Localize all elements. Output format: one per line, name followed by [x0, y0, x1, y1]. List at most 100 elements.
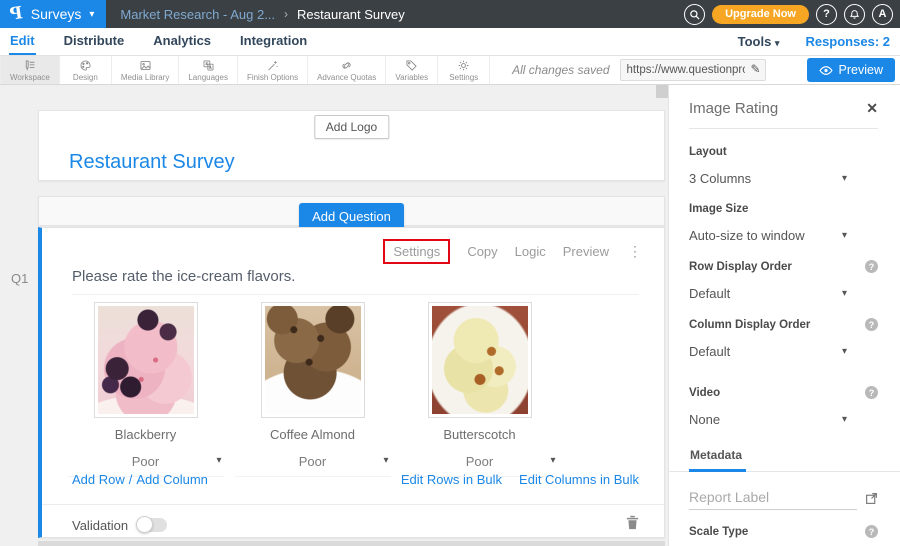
bell-icon: [849, 9, 860, 20]
link-separator: /: [129, 472, 133, 487]
preview-button[interactable]: Preview: [807, 58, 895, 82]
add-column-link[interactable]: Add Column: [136, 472, 208, 487]
image-rating-settings-panel: Image Rating ✕ Layout 3 Columns ▾ Image …: [668, 85, 900, 546]
tools-dropdown[interactable]: Tools ▾: [738, 34, 780, 49]
coffee-almond-ice-cream-photo: [265, 306, 361, 414]
close-icon[interactable]: ✕: [866, 100, 878, 117]
edit-rows-bulk-link[interactable]: Edit Rows in Bulk: [401, 472, 502, 487]
question-logic-action[interactable]: Logic: [515, 244, 546, 259]
survey-header-card: Add Logo Restaurant Survey: [38, 110, 665, 181]
save-status: All changes saved: [512, 63, 609, 77]
butterscotch-image[interactable]: [428, 302, 532, 418]
blackberry-image[interactable]: [94, 302, 198, 418]
chevron-down-icon: ▾: [775, 38, 780, 48]
video-dropdown[interactable]: None ▾: [689, 412, 847, 427]
add-logo-button[interactable]: Add Logo: [314, 115, 389, 139]
toolbar-item-media-library[interactable]: Media Library: [112, 56, 179, 84]
workspace-icon: [23, 59, 36, 72]
layout-dropdown[interactable]: 3 Columns ▾: [689, 171, 847, 186]
help-icon[interactable]: ?: [865, 260, 878, 273]
account-avatar[interactable]: A: [872, 4, 893, 25]
tab-edit[interactable]: Edit: [9, 28, 36, 55]
chevron-down-icon: ▾: [842, 173, 847, 184]
gear-icon: [457, 59, 470, 72]
image-label[interactable]: Blackberry: [62, 427, 229, 442]
validation-label: Validation: [72, 518, 128, 533]
row-display-order-dropdown[interactable]: Default ▾: [689, 286, 847, 301]
kebab-menu-icon[interactable]: ⋮: [628, 243, 642, 260]
panel-title: Image Rating: [689, 100, 778, 117]
help-icon[interactable]: ?: [865, 525, 878, 538]
image-label[interactable]: Butterscotch: [396, 427, 563, 442]
next-card-edge: [38, 541, 665, 546]
tab-distribute[interactable]: Distribute: [63, 28, 126, 55]
help-icon[interactable]: ?: [865, 386, 878, 399]
external-link-icon: [865, 492, 878, 505]
column-display-order-dropdown[interactable]: Default ▾: [689, 344, 847, 359]
image-rating-item: Coffee Almond Poor ▾: [229, 302, 396, 477]
search-icon: [689, 9, 700, 20]
editor-toolbar: Workspace Design Media Library Languages…: [0, 56, 900, 85]
report-label-row: [689, 487, 878, 510]
survey-url-input[interactable]: [620, 59, 766, 81]
edit-columns-bulk-link[interactable]: Edit Columns in Bulk: [519, 472, 639, 487]
main-scrollbar-thumb[interactable]: [656, 85, 668, 98]
coffee-almond-image[interactable]: [261, 302, 365, 418]
help-button[interactable]: ?: [816, 4, 837, 25]
question-preview-action[interactable]: Preview: [563, 244, 609, 259]
chevron-down-icon: ▾: [842, 346, 847, 357]
survey-title[interactable]: Restaurant Survey: [69, 151, 235, 174]
topbar-actions: Upgrade Now ? A: [684, 0, 893, 28]
edit-url-pencil-icon[interactable]: ✎: [750, 62, 760, 76]
report-label-input[interactable]: [689, 487, 857, 510]
validation-toggle[interactable]: [137, 518, 167, 532]
image-label[interactable]: Coffee Almond: [229, 427, 396, 442]
toolbar-item-variables[interactable]: Variables: [386, 56, 438, 84]
image-size-dropdown[interactable]: Auto-size to window ▾: [689, 228, 847, 243]
blackberry-ice-cream-photo: [98, 306, 194, 414]
survey-canvas: Add Logo Restaurant Survey Add Question …: [0, 85, 668, 546]
question-settings-action[interactable]: Settings: [393, 244, 440, 259]
toolbar-item-advance-quotas[interactable]: Advance Quotas: [308, 56, 386, 84]
surveys-menu-label: Surveys: [31, 6, 82, 22]
question-copy-action[interactable]: Copy: [467, 244, 497, 259]
surveys-menu[interactable]: P Surveys ▾: [0, 0, 106, 28]
add-question-button[interactable]: Add Question: [299, 203, 404, 230]
expand-icon[interactable]: [865, 492, 878, 510]
eye-icon: [819, 65, 833, 76]
questionpro-survey-editor: P Surveys ▾ Market Research - Aug 2... ›…: [0, 0, 900, 546]
field-layout: Layout 3 Columns ▾: [689, 146, 878, 186]
breadcrumb-parent[interactable]: Market Research - Aug 2...: [120, 7, 275, 22]
row-column-links: Add Row / Add Column Edit Rows in Bulk E…: [72, 472, 639, 487]
responses-count[interactable]: Responses: 2: [805, 34, 890, 49]
breadcrumb-separator-icon: ›: [284, 7, 288, 21]
questionpro-logo-icon: P: [9, 3, 24, 25]
link-icon: [340, 59, 353, 72]
toolbar-item-languages[interactable]: Languages: [179, 56, 238, 84]
toolbar-item-design[interactable]: Design: [60, 56, 112, 84]
tab-integration[interactable]: Integration: [239, 28, 308, 55]
breadcrumb-current: Restaurant Survey: [297, 7, 405, 22]
upgrade-now-button[interactable]: Upgrade Now: [712, 5, 809, 24]
question-text[interactable]: Please rate the ice-cream flavors.: [72, 268, 295, 285]
toolbar-item-workspace[interactable]: Workspace: [0, 56, 60, 84]
toolbar-item-settings[interactable]: Settings: [438, 56, 490, 84]
toolbar-item-finish-options[interactable]: Finish Options: [238, 56, 308, 84]
validation-divider: [42, 504, 664, 505]
chevron-down-icon: ▾: [216, 455, 221, 466]
search-button[interactable]: [684, 4, 705, 25]
help-icon[interactable]: ?: [865, 318, 878, 331]
field-image-size: Image Size Auto-size to window ▾: [689, 203, 878, 243]
notifications-button[interactable]: [844, 4, 865, 25]
image-rating-item: Blackberry Poor ▾: [62, 302, 229, 477]
tab-analytics[interactable]: Analytics: [152, 28, 212, 55]
delete-question-button[interactable]: [626, 515, 639, 535]
breadcrumb: Market Research - Aug 2... › Restaurant …: [120, 7, 404, 22]
add-row-link[interactable]: Add Row: [72, 472, 125, 487]
question-actions: Settings Copy Logic Preview ⋮: [383, 239, 642, 264]
field-column-display-order: Column Display Order ? Default ▾: [689, 318, 878, 359]
translate-icon: [202, 59, 215, 72]
tab-metadata[interactable]: Metadata: [689, 448, 746, 472]
question-number: Q1: [11, 271, 28, 286]
image-icon: [139, 59, 152, 72]
